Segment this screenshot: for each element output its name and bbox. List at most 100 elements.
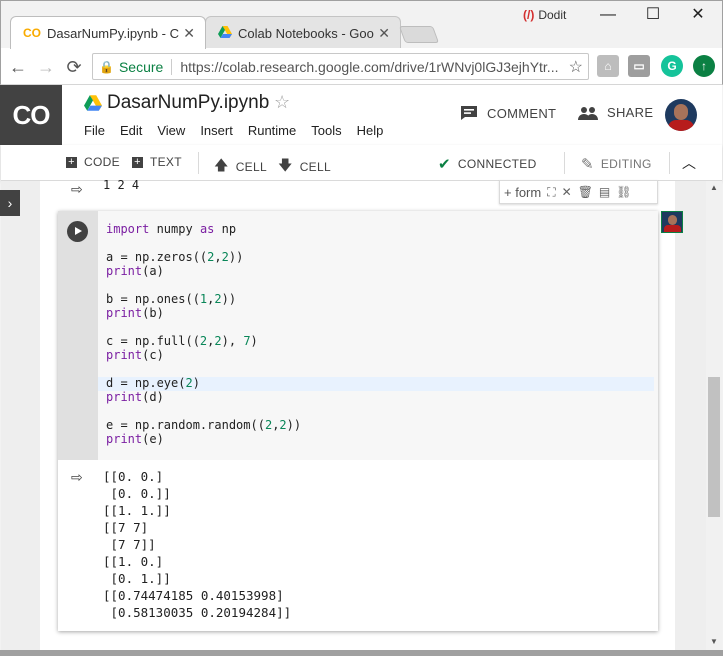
drive-icon [218,25,232,41]
close-icon[interactable]: ✕ [562,185,572,199]
scroll-up-arrow[interactable]: ▲ [706,183,722,192]
secure-label: Secure [118,58,164,75]
add-form-button[interactable]: + form [504,185,541,200]
drive-icon[interactable] [84,95,102,111]
code-line: print(b) [106,306,164,320]
tab-title: DasarNumPy.ipynb - Cola [47,25,179,41]
add-code-button[interactable]: + CODE [66,155,120,169]
output-line: [[0. 0.] [103,469,164,484]
editing-label: EDITING [600,157,652,171]
check-icon: ✔ [438,156,451,173]
output-line: [[1. 0.] [103,554,164,569]
minimize-button[interactable]: — [586,4,630,26]
expand-icon[interactable]: ⛶ [547,185,555,200]
colab-icon: CO [23,26,41,40]
bookmark-star-icon[interactable]: ☆ [569,57,583,77]
url-divider [171,58,173,75]
maximize-button[interactable]: ☐ [631,4,675,26]
toolbar-divider [198,152,199,174]
run-cell-button[interactable] [67,221,88,242]
cast-extension-icon[interactable]: ▭ [628,55,650,77]
cell-toolbar: + form ⛶ ✕ 🗑 ▤ ⛓ [499,180,658,204]
move-cell-up-label: CELL [235,160,267,174]
url-input[interactable]: 🔒 Secure https://colab.research.google.c… [92,53,589,80]
menu-runtime[interactable]: Runtime [248,123,296,138]
output-line: [0. 0.]] [103,486,171,501]
comment-button[interactable]: COMMENT [460,105,556,121]
move-cell-down-button[interactable]: 🡇 CELL [278,155,331,179]
update-extension-icon[interactable]: ↑ [693,55,715,77]
collaborator-avatar[interactable] [661,211,683,233]
code-line: print(c) [106,348,164,362]
connection-status[interactable]: ✔ CONNECTED [438,155,537,173]
plus-box-icon: + [132,156,143,168]
menu-view[interactable]: View [157,123,185,138]
previous-output: 1 2 4 [103,178,140,192]
dodit-label: Dodit [538,8,567,22]
menu-edit[interactable]: Edit [120,123,142,138]
collapse-header-icon[interactable]: ︿ [682,153,696,173]
code-text[interactable]: import numpy as np a = np.zeros((2,2)) pri… [106,222,301,446]
colab-logo[interactable]: CO [0,85,62,145]
code-line: b = np.ones((1,2)) [106,292,237,306]
scrollbar-thumb[interactable] [708,377,720,517]
cell-gutter [58,211,98,460]
code-line: print(e) [106,432,164,446]
add-code-label: CODE [84,155,120,169]
comment-label: COMMENT [487,105,557,121]
share-button[interactable]: SHARE [578,105,653,120]
window-close-button[interactable]: ✕ [676,4,720,26]
trash-icon[interactable]: 🗑 [578,185,593,199]
arrow-up-icon: 🡅 [214,157,229,173]
code-line: a = np.zeros((2,2)) [106,250,244,264]
sidebar-toggle-icon[interactable]: › [0,190,20,216]
output-icon[interactable]: ⇨ [71,469,83,486]
people-icon [578,106,598,120]
add-text-button[interactable]: + TEXT [132,155,182,169]
output-line: [[1. 1.]] [103,503,171,518]
comment-icon [461,106,477,120]
menu-bar: File Edit View Insert Runtime Tools Help [84,123,383,138]
connected-label: CONNECTED [457,157,537,171]
notebook-title[interactable]: DasarNumPy.ipynb [107,92,269,114]
grammarly-icon[interactable]: G [661,55,683,77]
output-line: [0.58130035 0.20194284]] [103,605,292,620]
tab-dasarnumpy[interactable]: CO DasarNumPy.ipynb - Cola ✕ [10,16,206,49]
editing-mode-button[interactable]: ✎ EDITING [581,155,652,173]
output-icon[interactable]: ⇨ [71,181,83,198]
pdf-extension-icon[interactable]: ⌂ [597,55,619,77]
toolbar-divider [564,152,565,174]
menu-file[interactable]: File [84,123,105,138]
dodit-extension[interactable]: (/) Dodit [523,8,566,22]
forward-button[interactable]: → [33,54,59,80]
output-line: [[0.74474185 0.40153998] [103,588,284,603]
move-cell-up-button[interactable]: 🡅 CELL [214,155,267,179]
menu-tools[interactable]: Tools [311,123,341,138]
output-line: [[7 7] [103,520,149,535]
tab-colab-notebooks[interactable]: Colab Notebooks - Goog ✕ [205,16,401,49]
comment-icon[interactable]: ▤ [599,185,610,199]
avatar[interactable] [665,99,697,131]
star-icon[interactable]: ☆ [274,92,290,113]
reload-button[interactable]: ⟳ [61,54,87,80]
url-text: https://colab.research.google.com/drive/… [180,58,559,75]
menu-insert[interactable]: Insert [200,123,233,138]
tab-title: Colab Notebooks - Goog [238,25,375,41]
menu-help[interactable]: Help [357,123,384,138]
close-icon[interactable]: ✕ [183,25,195,42]
pencil-icon: ✎ [581,156,594,173]
code-line: print(a) [106,264,164,278]
toolbar-divider [669,152,670,174]
scroll-down-arrow[interactable]: ▼ [706,637,722,646]
close-icon[interactable]: ✕ [378,25,390,42]
code-line: c = np.full((2,2), 7) [106,334,258,348]
code-line: d = np.eye(2) [106,376,200,390]
link-icon[interactable]: ⛓ [616,185,631,199]
new-tab-button[interactable] [398,26,440,43]
plus-box-icon: + [66,156,77,168]
back-button[interactable]: ← [5,54,31,80]
code-line: import numpy as np [106,222,237,236]
